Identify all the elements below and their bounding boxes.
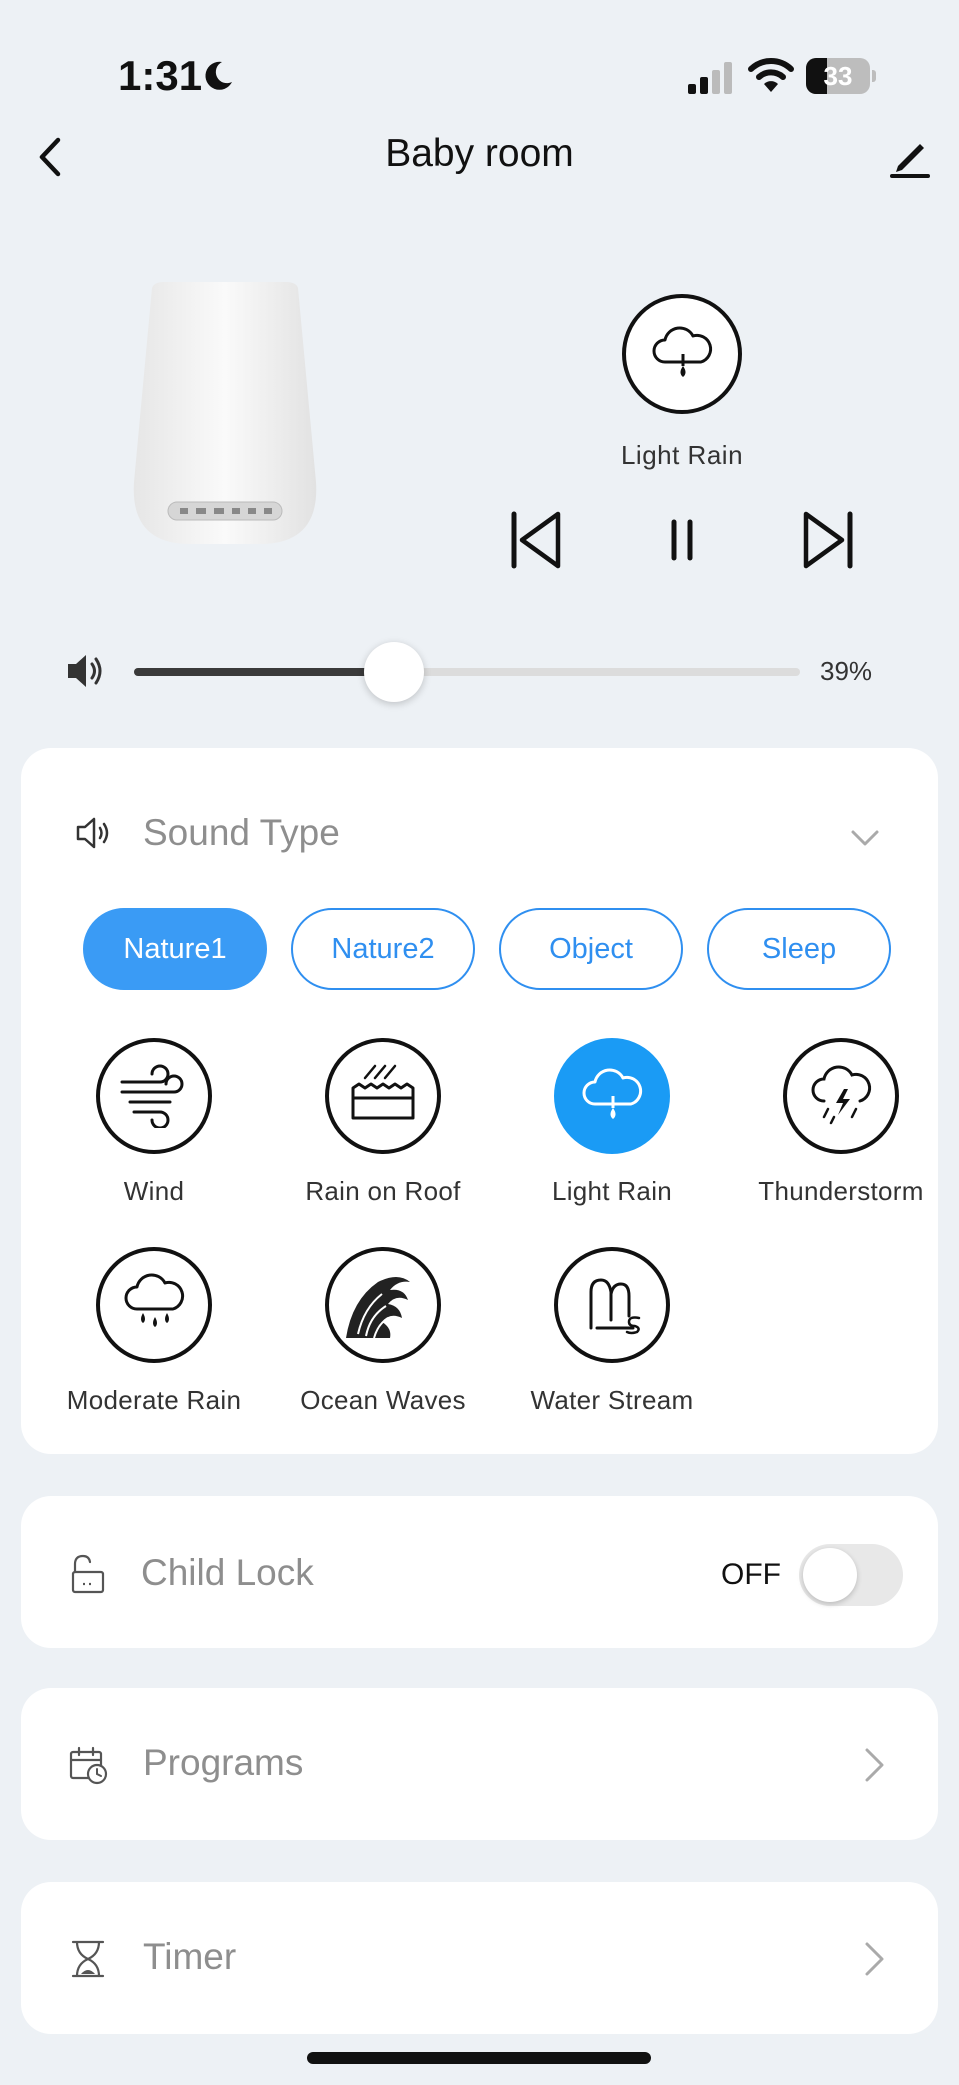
water-stream-icon[interactable]: [554, 1247, 670, 1363]
volume-slider-thumb[interactable]: [363, 642, 424, 702]
lock-icon: [71, 1554, 105, 1594]
chevron-right-icon: [865, 1748, 884, 1782]
child-lock-label: Child Lock: [141, 1552, 314, 1593]
sound-item-thunderstorm[interactable]: Thunderstorm: [726, 1038, 956, 1228]
rain-on-roof-icon[interactable]: [325, 1038, 441, 1154]
thunderstorm-icon[interactable]: [783, 1038, 899, 1154]
wind-icon[interactable]: [96, 1038, 212, 1154]
now-playing-label: Light Rain: [620, 440, 744, 470]
pause-button[interactable]: [664, 512, 700, 568]
battery-percentage: 33: [823, 61, 853, 91]
volume-slider[interactable]: [134, 642, 800, 702]
battery-indicator: 33: [806, 58, 876, 94]
device-image: [133, 282, 317, 544]
sound-label-thunderstorm: Thunderstorm: [758, 1176, 924, 1206]
tab-nature1[interactable]: Nature1: [83, 908, 267, 990]
programs-row[interactable]: Programs: [21, 1688, 938, 1840]
sound-label-water-stream: Water Stream: [530, 1385, 694, 1415]
sound-type-label: Sound Type: [143, 812, 340, 853]
home-indicator: [307, 2052, 651, 2064]
sound-item-moderate-rain[interactable]: Moderate Rain: [39, 1247, 269, 1437]
chevron-down-icon[interactable]: [847, 826, 883, 850]
page-title: Baby room: [385, 132, 574, 175]
child-lock-state: OFF: [721, 1558, 781, 1591]
child-lock-card: Child Lock OFF: [21, 1496, 938, 1648]
programs-label: Programs: [143, 1742, 304, 1783]
ocean-waves-icon[interactable]: [325, 1247, 441, 1363]
next-track-button[interactable]: [800, 508, 856, 572]
sound-type-card: Sound Type Nature1 Nature2 Object Sleep …: [21, 748, 938, 1454]
moderate-rain-icon[interactable]: [96, 1247, 212, 1363]
toggle-knob: [803, 1548, 857, 1602]
calendar-clock-icon: [69, 1746, 108, 1785]
moon-icon: [205, 61, 232, 90]
sound-label-light-rain: Light Rain: [551, 1176, 673, 1206]
sound-item-wind[interactable]: Wind: [39, 1038, 269, 1228]
volume-slider-fill: [134, 668, 394, 676]
status-bar: 1:31 33: [0, 0, 959, 130]
tab-nature2[interactable]: Nature2: [291, 908, 475, 990]
light-rain-icon[interactable]: [554, 1038, 670, 1154]
sound-item-ocean-waves[interactable]: Ocean Waves: [268, 1247, 498, 1437]
volume-value: 39%: [820, 656, 873, 686]
status-time: 1:31: [118, 52, 203, 99]
volume-icon: [68, 655, 102, 687]
sound-label-rain-on-roof: Rain on Roof: [305, 1176, 461, 1206]
sound-item-light-rain[interactable]: Light Rain: [497, 1038, 727, 1228]
sound-item-water-stream[interactable]: Water Stream: [497, 1247, 727, 1437]
tab-object[interactable]: Object: [499, 908, 683, 990]
child-lock-toggle[interactable]: [799, 1544, 903, 1606]
sound-label-moderate-rain: Moderate Rain: [66, 1385, 242, 1415]
now-playing-light-rain-icon: [622, 294, 742, 414]
wifi-icon: [748, 58, 794, 92]
sound-category-tabs: Nature1 Nature2 Object Sleep: [83, 908, 907, 990]
sound-label-ocean-waves: Ocean Waves: [300, 1385, 466, 1415]
signal-icon: [688, 62, 732, 94]
timer-label: Timer: [143, 1936, 237, 1977]
hourglass-icon: [71, 1940, 105, 1978]
sound-label-wind: Wind: [123, 1176, 185, 1206]
previous-track-button[interactable]: [508, 508, 564, 572]
edit-icon[interactable]: [886, 132, 934, 180]
speaker-icon: [76, 817, 109, 849]
tab-sleep[interactable]: Sleep: [707, 908, 891, 990]
timer-row[interactable]: Timer: [21, 1882, 938, 2034]
sound-item-rain-on-roof[interactable]: Rain on Roof: [268, 1038, 498, 1228]
chevron-right-icon: [865, 1942, 884, 1976]
